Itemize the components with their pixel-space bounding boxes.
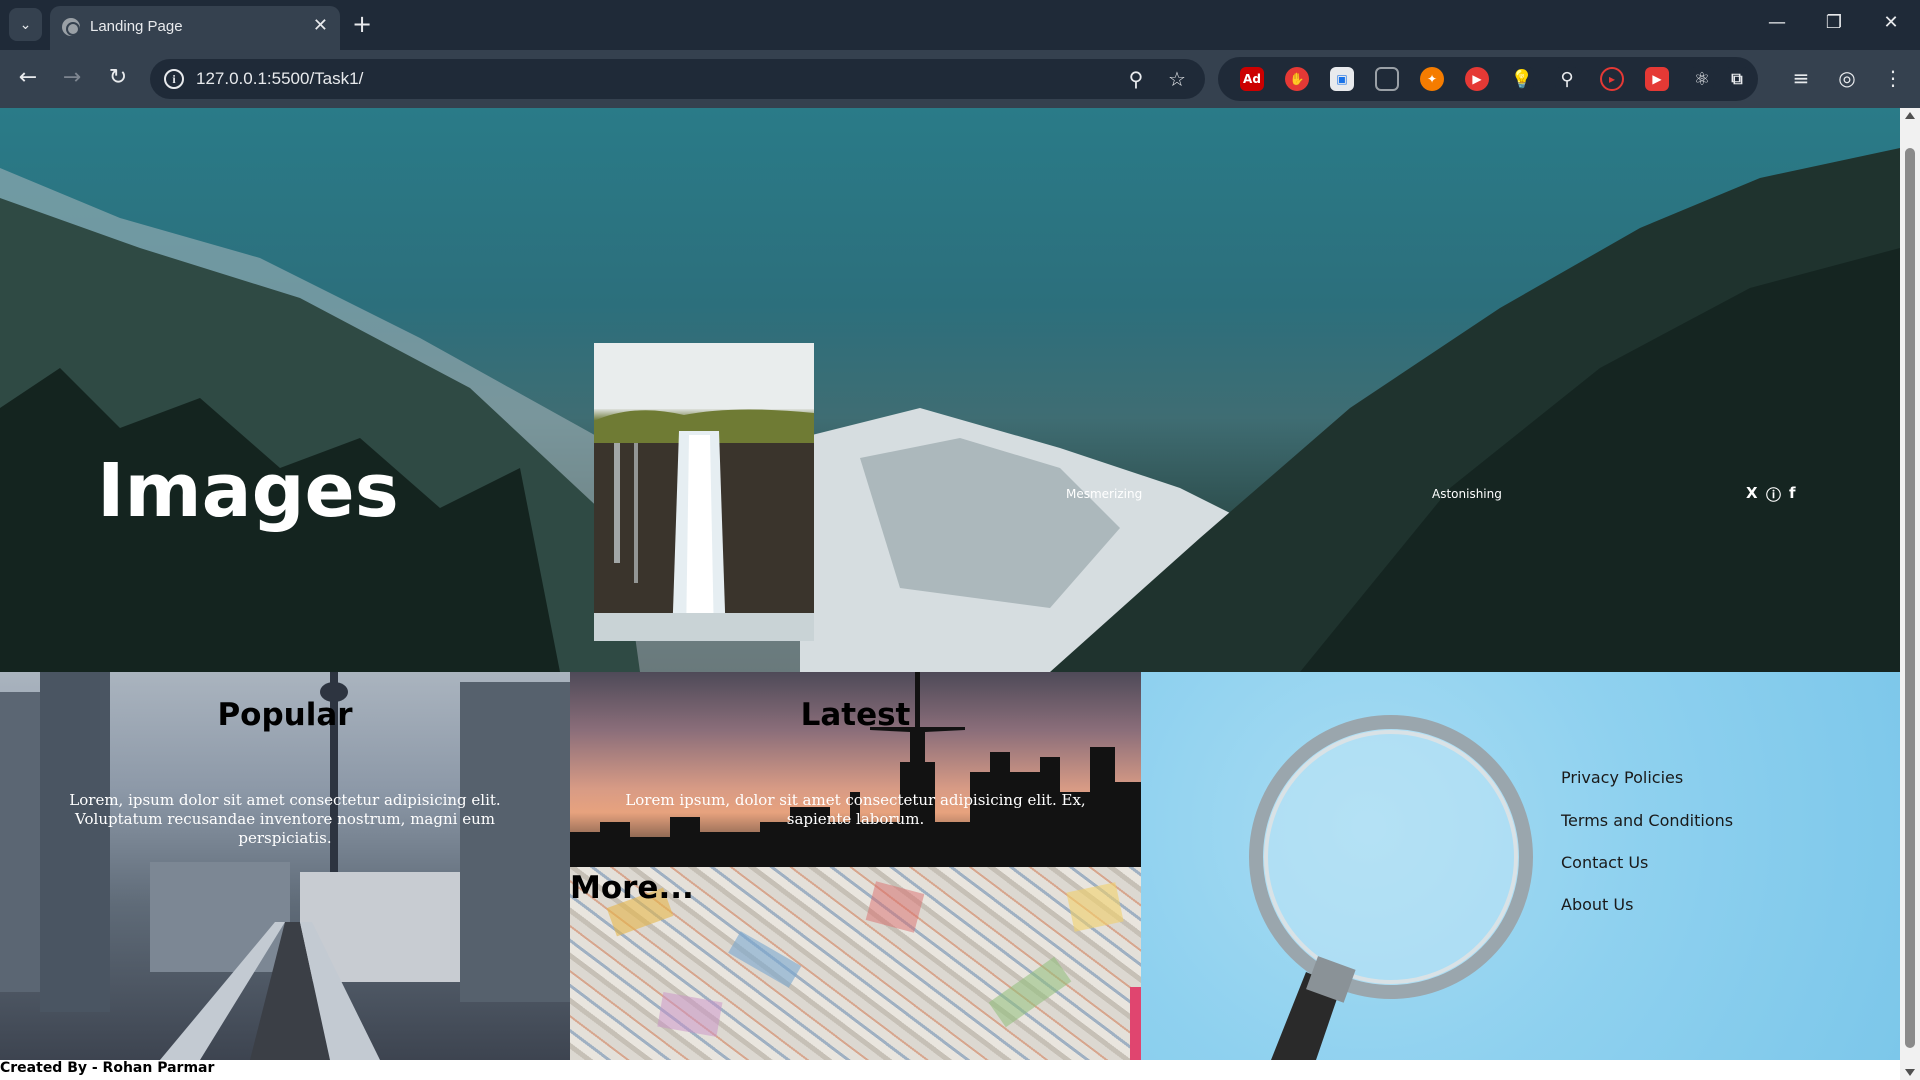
page-viewport: Images Mesmerizing Astonishing X ⓘ f Pop… (0, 108, 1920, 1080)
pip-extension-icon[interactable] (1375, 67, 1399, 91)
zoom-icon[interactable]: ⚲ (1124, 67, 1148, 91)
media-controls-icon[interactable]: ≡ (1787, 64, 1815, 92)
browser-toolbar: ← → ↻ i 127.0.0.1:5500/Task1/ ⚲ ☆ Ad ✋ ▣… (0, 50, 1920, 108)
popular-card[interactable]: Popular Lorem, ipsum dolor sit amet cons… (0, 672, 570, 1060)
popular-description: Lorem, ipsum dolor sit amet consectetur … (69, 791, 501, 847)
back-arrow-icon[interactable]: ← (14, 64, 42, 92)
magnifying-glass-image (1249, 715, 1533, 1060)
tab-title: Landing Page (90, 18, 183, 35)
nav-link-mesmerizing[interactable]: Mesmerizing (1066, 487, 1142, 501)
scroll-thumb[interactable] (1905, 148, 1915, 1048)
x-twitter-icon[interactable]: X (1746, 484, 1758, 502)
waterfall-image (594, 343, 814, 641)
latest-title: Latest (800, 697, 911, 733)
footer-panel: Privacy Policies Terms and Conditions Co… (1141, 672, 1900, 1060)
page-scrollbar[interactable] (1900, 108, 1920, 1080)
puzzle-extensions-icon[interactable]: ⧉ (1725, 67, 1749, 91)
reload-icon[interactable]: ↻ (104, 64, 132, 92)
forward-arrow-icon[interactable]: → (58, 64, 86, 92)
bookmark-star-icon[interactable]: ☆ (1165, 67, 1189, 91)
restore-icon[interactable]: ❐ (1819, 12, 1849, 33)
scroll-down-arrow-icon[interactable] (1905, 1069, 1915, 1076)
latest-card[interactable]: Latest Lorem ipsum, dolor sit amet conse… (570, 672, 1141, 867)
footer-link-terms[interactable]: Terms and Conditions (1561, 811, 1733, 830)
record-extension-icon[interactable]: ▸ (1600, 67, 1624, 91)
hero-section: Images Mesmerizing Astonishing X ⓘ f (0, 108, 1900, 672)
video-extension-icon[interactable]: ▶ (1465, 67, 1489, 91)
close-window-icon[interactable]: ✕ (1876, 12, 1906, 33)
site-info-icon[interactable]: i (164, 69, 184, 89)
stop-hand-extension-icon[interactable]: ✋ (1285, 67, 1309, 91)
new-tab-button[interactable]: + (352, 12, 372, 36)
fire-extension-icon[interactable]: ✦ (1420, 67, 1444, 91)
profile-icon[interactable]: ◎ (1833, 64, 1861, 92)
more-title: More... (570, 870, 694, 906)
tab-strip: ⌄ Landing Page ✕ + — ❐ ✕ (0, 0, 1920, 50)
window-extension-icon[interactable]: ▣ (1330, 67, 1354, 91)
hero-title: Images (97, 448, 399, 534)
footer-link-about[interactable]: About Us (1561, 895, 1633, 914)
more-card[interactable]: More... (570, 867, 1141, 1060)
footer-link-contact[interactable]: Contact Us (1561, 853, 1648, 872)
lightbulb-extension-icon[interactable]: 💡 (1510, 67, 1534, 91)
menu-kebab-icon[interactable]: ⋮ (1879, 64, 1907, 92)
extensions-bar: Ad ✋ ▣ ✦ ▶ 💡 ⚲ ▸ ▶ ⚛ ⧉ (1218, 57, 1758, 101)
tab-search-chevron-icon[interactable]: ⌄ (9, 8, 42, 41)
tab-landing-page[interactable]: Landing Page ✕ (50, 6, 340, 50)
youtube-extension-icon[interactable]: ▶ (1645, 67, 1669, 91)
waterfall-illustration (594, 343, 814, 641)
globe-icon (62, 18, 80, 36)
scroll-up-arrow-icon[interactable] (1905, 112, 1915, 119)
nav-link-astonishing[interactable]: Astonishing (1432, 487, 1502, 501)
address-bar[interactable]: i 127.0.0.1:5500/Task1/ ⚲ ☆ (150, 59, 1205, 99)
mountain-background (0, 148, 1900, 672)
facebook-icon[interactable]: f (1789, 484, 1796, 502)
latest-description: Lorem ipsum, dolor sit amet consectetur … (625, 791, 1086, 828)
popular-title: Popular (217, 697, 353, 733)
minimize-icon[interactable]: — (1762, 12, 1792, 33)
magnifier-extension-icon[interactable]: ⚲ (1555, 67, 1579, 91)
adblock-extension-icon[interactable]: Ad (1240, 67, 1264, 91)
instagram-icon[interactable]: ⓘ (1766, 484, 1781, 505)
footer-link-privacy[interactable]: Privacy Policies (1561, 768, 1683, 787)
react-devtools-icon[interactable]: ⚛ (1690, 67, 1714, 91)
url-text[interactable]: 127.0.0.1:5500/Task1/ (196, 69, 363, 89)
close-tab-icon[interactable]: ✕ (313, 16, 328, 36)
credit-text: Created By - Rohan Parmar (0, 1060, 215, 1076)
